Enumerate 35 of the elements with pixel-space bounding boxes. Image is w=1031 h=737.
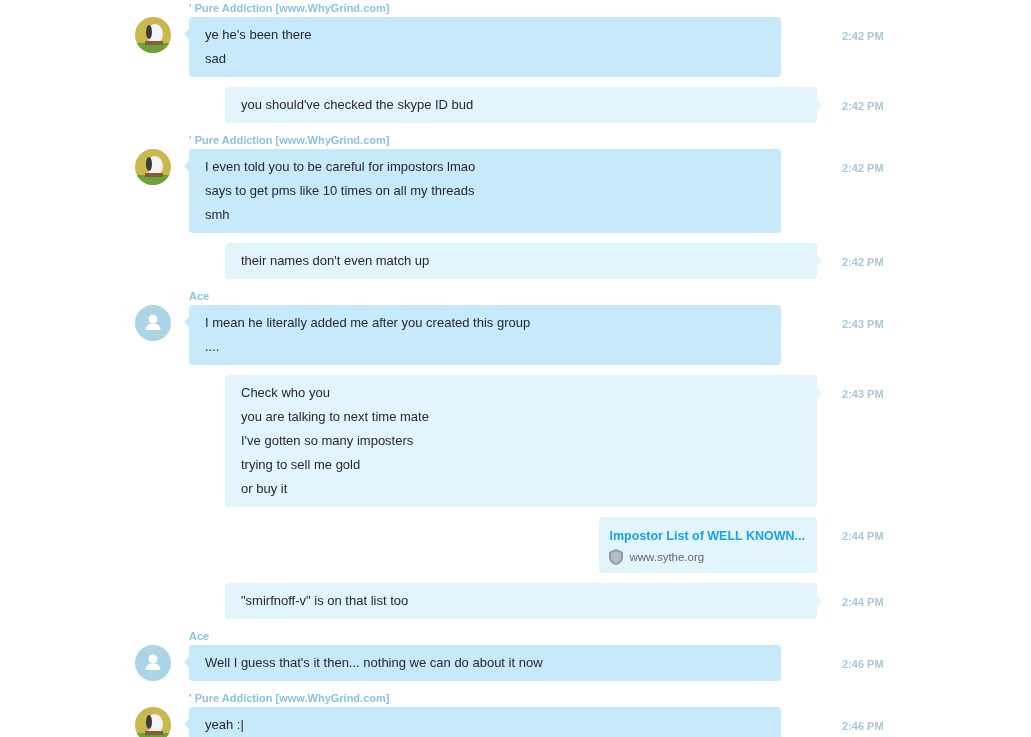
message-text: Well I guess that's it then... nothing we can do about it now (205, 654, 544, 672)
message-text: I've gotten so many imposters (241, 432, 415, 450)
timestamp: 2:46 PM (842, 658, 884, 670)
timestamp: 2:42 PM (842, 30, 884, 42)
sender-name: Ace (189, 289, 211, 304)
message-text: .... (205, 338, 221, 356)
link-domain: www.sythe.org (629, 550, 705, 565)
message-text: their names don't even match up (241, 252, 431, 270)
message-text: I mean he literally added me after you created this group (205, 314, 532, 332)
timestamp: 2:42 PM (842, 162, 884, 174)
message-text: or buy it (241, 480, 289, 498)
message-text: "smirfnoff-v" is on that list too (241, 592, 410, 610)
shield-icon (609, 549, 624, 565)
sender-name: ' Pure Addiction [www.WhyGrind.com] (189, 691, 391, 706)
timestamp: 2:44 PM (842, 530, 884, 542)
message-text: you should've checked the skype ID bud (241, 96, 475, 114)
message-text: says to get pms like 10 times on all my threads (205, 182, 476, 200)
message-text: sad (205, 50, 227, 68)
timestamp: 2:42 PM (842, 256, 884, 268)
message-text: you are talking to next time mate (241, 408, 430, 426)
message-text: I even told you to be careful for impostors lmao (205, 158, 477, 176)
timestamp: 2:44 PM (842, 596, 884, 608)
timestamp: 2:43 PM (842, 318, 884, 330)
message-text: ye he's been there (205, 26, 313, 44)
sender-name: Ace (189, 629, 211, 644)
timestamp: 2:43 PM (842, 388, 884, 400)
sender-name: ' Pure Addiction [www.WhyGrind.com] (189, 1, 391, 16)
timestamp: 2:46 PM (842, 720, 884, 732)
message-text: smh (205, 206, 231, 224)
link-preview[interactable]: Impostor List of WELL KNOWN... www.sythe.org (599, 517, 817, 573)
message-text: trying to sell me gold (241, 456, 362, 474)
timestamp: 2:42 PM (842, 100, 884, 112)
sender-name: ' Pure Addiction [www.WhyGrind.com] (189, 133, 391, 148)
message-text: yeah :| (205, 716, 245, 734)
message-text: Check who you (241, 384, 331, 402)
